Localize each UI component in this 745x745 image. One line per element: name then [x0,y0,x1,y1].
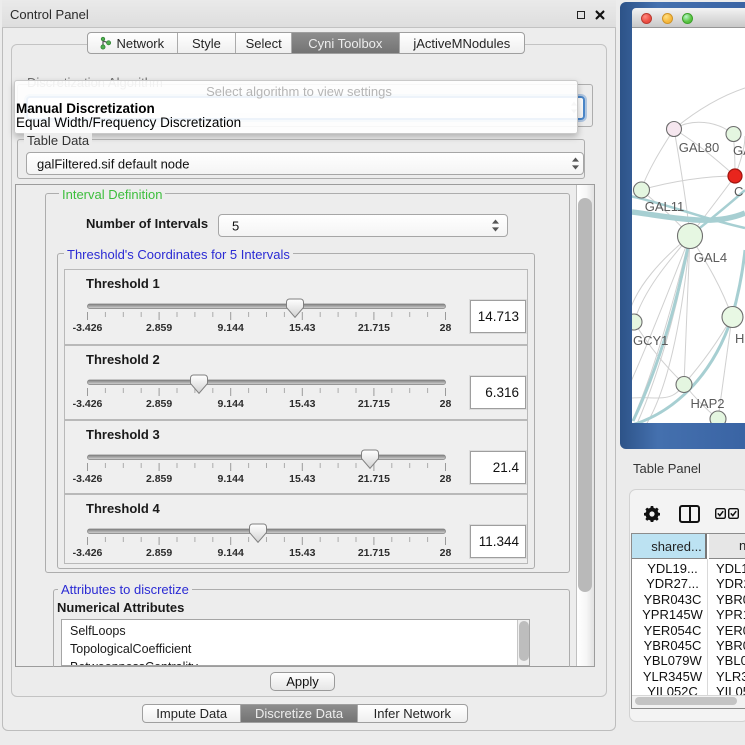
svg-text:-3.426: -3.426 [73,322,103,334]
svg-text:15.43: 15.43 [289,322,315,334]
svg-text:9.144: 9.144 [218,322,244,334]
svg-text:GAL80: GAL80 [679,140,719,155]
svg-text:2.859: 2.859 [146,547,172,559]
svg-text:9.144: 9.144 [218,473,244,485]
svg-text:15.43: 15.43 [289,398,315,410]
svg-text:-3.426: -3.426 [73,398,103,410]
svg-text:C: C [734,184,743,199]
svg-text:2.859: 2.859 [146,322,172,334]
svg-text:GAL11: GAL11 [645,199,685,214]
svg-text:21.715: 21.715 [358,473,390,485]
svg-text:2.859: 2.859 [146,398,172,410]
svg-text:-3.426: -3.426 [73,547,103,559]
svg-text:GAL: GAL [733,143,745,158]
svg-text:21.715: 21.715 [358,322,390,334]
svg-text:15.43: 15.43 [289,473,315,485]
svg-text:28: 28 [440,473,452,485]
svg-text:28: 28 [440,547,452,559]
svg-text:21.715: 21.715 [358,398,390,410]
svg-text:28: 28 [440,398,452,410]
svg-text:-3.426: -3.426 [73,473,103,485]
svg-text:GCY1: GCY1 [633,333,668,348]
svg-text:2.859: 2.859 [146,473,172,485]
svg-text:9.144: 9.144 [218,398,244,410]
svg-text:HAP2: HAP2 [691,396,725,411]
svg-text:21.715: 21.715 [358,547,390,559]
svg-text:15.43: 15.43 [289,547,315,559]
svg-text:H: H [735,331,744,346]
svg-text:9.144: 9.144 [218,547,244,559]
svg-text:28: 28 [440,322,452,334]
svg-text:GAL4: GAL4 [694,250,727,265]
